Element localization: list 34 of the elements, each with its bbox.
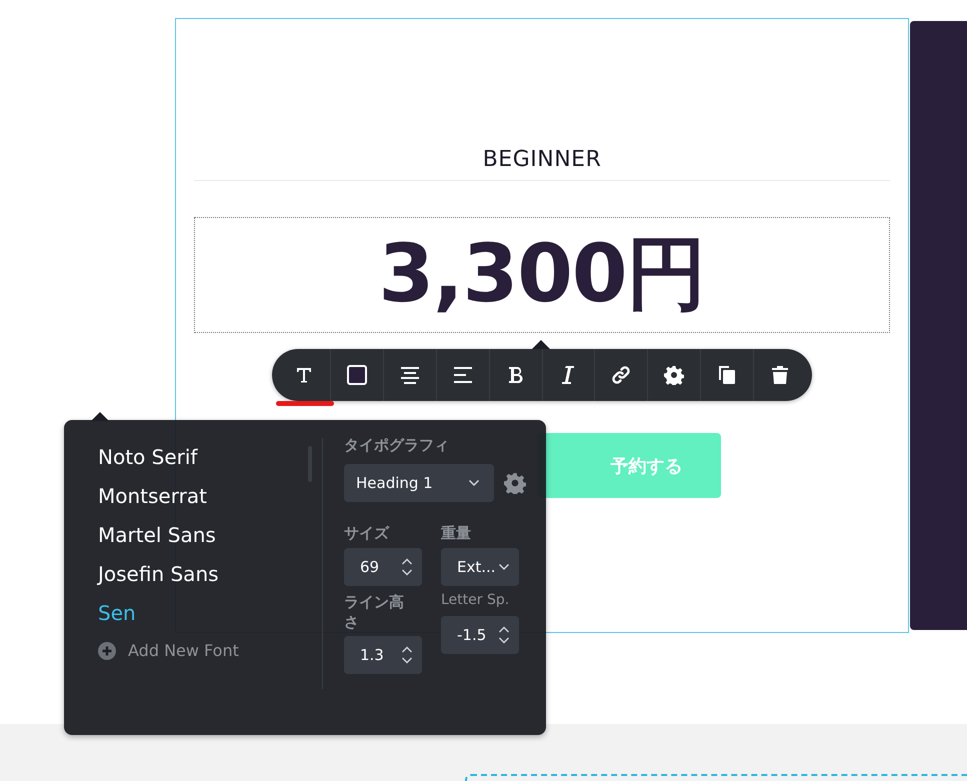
weight-select[interactable]: Ext... — [441, 548, 519, 586]
line-height-label: ライン高さ — [344, 592, 405, 632]
font-option[interactable]: Sen — [98, 598, 136, 637]
italic-icon — [561, 365, 576, 385]
price-text-box[interactable]: 3,300円 — [194, 217, 890, 333]
letter-spacing-label: Letter Sp. — [441, 592, 510, 610]
bold-icon — [508, 366, 524, 384]
link-icon — [611, 365, 632, 385]
duplicate-icon — [718, 365, 736, 385]
trash-icon — [771, 365, 790, 385]
letter-spacing-input[interactable]: -1.5 — [441, 616, 519, 654]
spinner-icon[interactable] — [401, 645, 413, 665]
chevron-down-icon — [498, 563, 510, 571]
size-label: サイズ — [344, 524, 390, 544]
font-option[interactable]: Josefin Sans — [98, 559, 219, 598]
price: 3,300円 — [378, 226, 706, 322]
font-option[interactable]: Noto Serif — [98, 442, 198, 481]
size-input[interactable]: 69 — [344, 548, 422, 586]
weight-label: 重量 — [441, 524, 472, 544]
settings-icon — [664, 365, 684, 385]
chevron-down-icon — [468, 479, 480, 487]
line-height-input[interactable]: 1.3 — [344, 636, 422, 674]
typography-label: タイポグラフィ — [344, 436, 450, 456]
align-left-icon — [452, 366, 473, 384]
add-font-button[interactable]: Add New Font — [98, 641, 239, 660]
font-option[interactable]: Martel Sans — [98, 520, 216, 559]
plan-title: BEGINNER — [482, 147, 602, 172]
font-option[interactable]: Montserrat — [98, 481, 207, 520]
typography-select[interactable]: Heading 1 — [344, 464, 494, 502]
spinner-icon[interactable] — [401, 557, 413, 577]
settings-icon[interactable] — [504, 472, 526, 494]
spinner-icon[interactable] — [498, 625, 510, 645]
plus-circle-icon — [98, 642, 116, 660]
align-center-icon — [400, 366, 420, 384]
